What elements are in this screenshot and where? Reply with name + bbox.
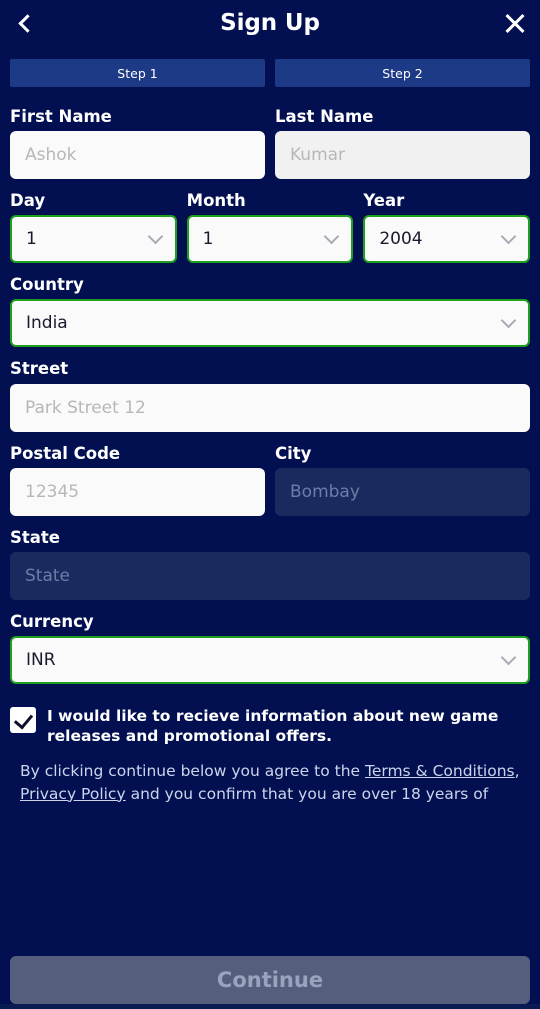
year-select[interactable]: 2004 <box>363 215 531 264</box>
currency-value: INR <box>26 649 56 670</box>
currency-field: Currency INR <box>10 611 530 684</box>
terms-text-part2: , <box>514 762 520 781</box>
chevron-down-icon <box>500 229 517 245</box>
tab-step-2[interactable]: Step 2 <box>275 59 530 87</box>
day-label: Day <box>10 191 46 211</box>
city-field: City Bombay <box>275 443 530 516</box>
tab-step-1[interactable]: Step 1 <box>10 59 265 87</box>
street-label: Street <box>10 359 69 379</box>
terms-and-conditions-link[interactable]: Terms & Conditions <box>365 762 515 780</box>
back-button[interactable] <box>2 0 48 46</box>
street-input[interactable]: Park Street 12 <box>10 383 530 432</box>
country-field: Country India <box>10 275 530 348</box>
country-value: India <box>26 313 68 334</box>
marketing-consent-label: I would like to recieve information abou… <box>47 706 499 746</box>
chevron-down-icon <box>147 229 163 245</box>
month-field: Month 1 <box>186 191 354 264</box>
chevron-down-icon <box>500 313 517 329</box>
close-button[interactable] <box>492 0 538 46</box>
state-input[interactable]: State <box>10 551 530 600</box>
currency-label: Currency <box>10 611 94 631</box>
month-select[interactable]: 1 <box>186 215 354 264</box>
bottom-divider <box>0 1004 540 1009</box>
signup-form: First Name Ashok Last Name Kumar Day 1 M… <box>0 107 540 684</box>
first-name-field: First Name Ashok <box>10 107 265 180</box>
close-icon <box>503 11 527 35</box>
terms-text-part1: By clicking continue below you agree to … <box>20 762 365 781</box>
month-value: 1 <box>202 229 214 250</box>
continue-button[interactable]: Continue <box>10 956 530 1004</box>
marketing-consent-checkbox[interactable] <box>10 706 36 733</box>
year-field: Year 2004 <box>363 191 531 264</box>
month-label: Month <box>186 191 246 211</box>
day-field: Day 1 <box>10 191 177 264</box>
postal-city-row: Postal Code 12345 City Bombay <box>10 443 530 529</box>
state-field: State State <box>10 527 530 600</box>
postal-code-label: Postal Code <box>10 443 121 463</box>
last-name-field: Last Name Kumar <box>275 107 530 180</box>
last-name-label: Last Name <box>275 107 374 126</box>
page-title: Sign Up <box>220 10 320 36</box>
first-name-input[interactable]: Ashok <box>10 131 265 180</box>
postal-code-input[interactable]: 12345 <box>10 467 265 516</box>
street-field: Street Park Street 12 <box>10 359 530 432</box>
first-name-label: First Name <box>10 107 112 126</box>
continue-button-container: Continue <box>0 950 540 1004</box>
name-row: First Name Ashok Last Name Kumar <box>10 107 530 192</box>
city-input[interactable]: Bombay <box>275 467 530 516</box>
chevron-down-icon <box>500 649 517 666</box>
terms-disclaimer: By clicking continue below you agree to … <box>0 746 540 806</box>
privacy-policy-link[interactable]: Privacy Policy <box>20 785 126 803</box>
day-value: 1 <box>26 229 37 250</box>
chevron-down-icon <box>324 229 340 245</box>
city-label: City <box>275 443 312 463</box>
country-select[interactable]: India <box>10 299 530 348</box>
last-name-input[interactable]: Kumar <box>275 131 530 180</box>
postal-code-field: Postal Code 12345 <box>10 443 265 516</box>
year-value: 2004 <box>379 229 423 250</box>
day-select[interactable]: 1 <box>10 215 177 264</box>
marketing-consent-row[interactable]: I would like to recieve information abou… <box>0 697 540 746</box>
country-label: Country <box>10 275 84 295</box>
step-tabs: Step 1 Step 2 <box>0 46 540 87</box>
currency-select[interactable]: INR <box>10 635 530 684</box>
date-of-birth-row: Day 1 Month 1 Year 2004 <box>10 191 531 276</box>
chevron-left-icon <box>17 13 37 33</box>
state-label: State <box>10 527 60 547</box>
year-label: Year <box>363 191 405 211</box>
header: Sign Up <box>0 0 540 46</box>
